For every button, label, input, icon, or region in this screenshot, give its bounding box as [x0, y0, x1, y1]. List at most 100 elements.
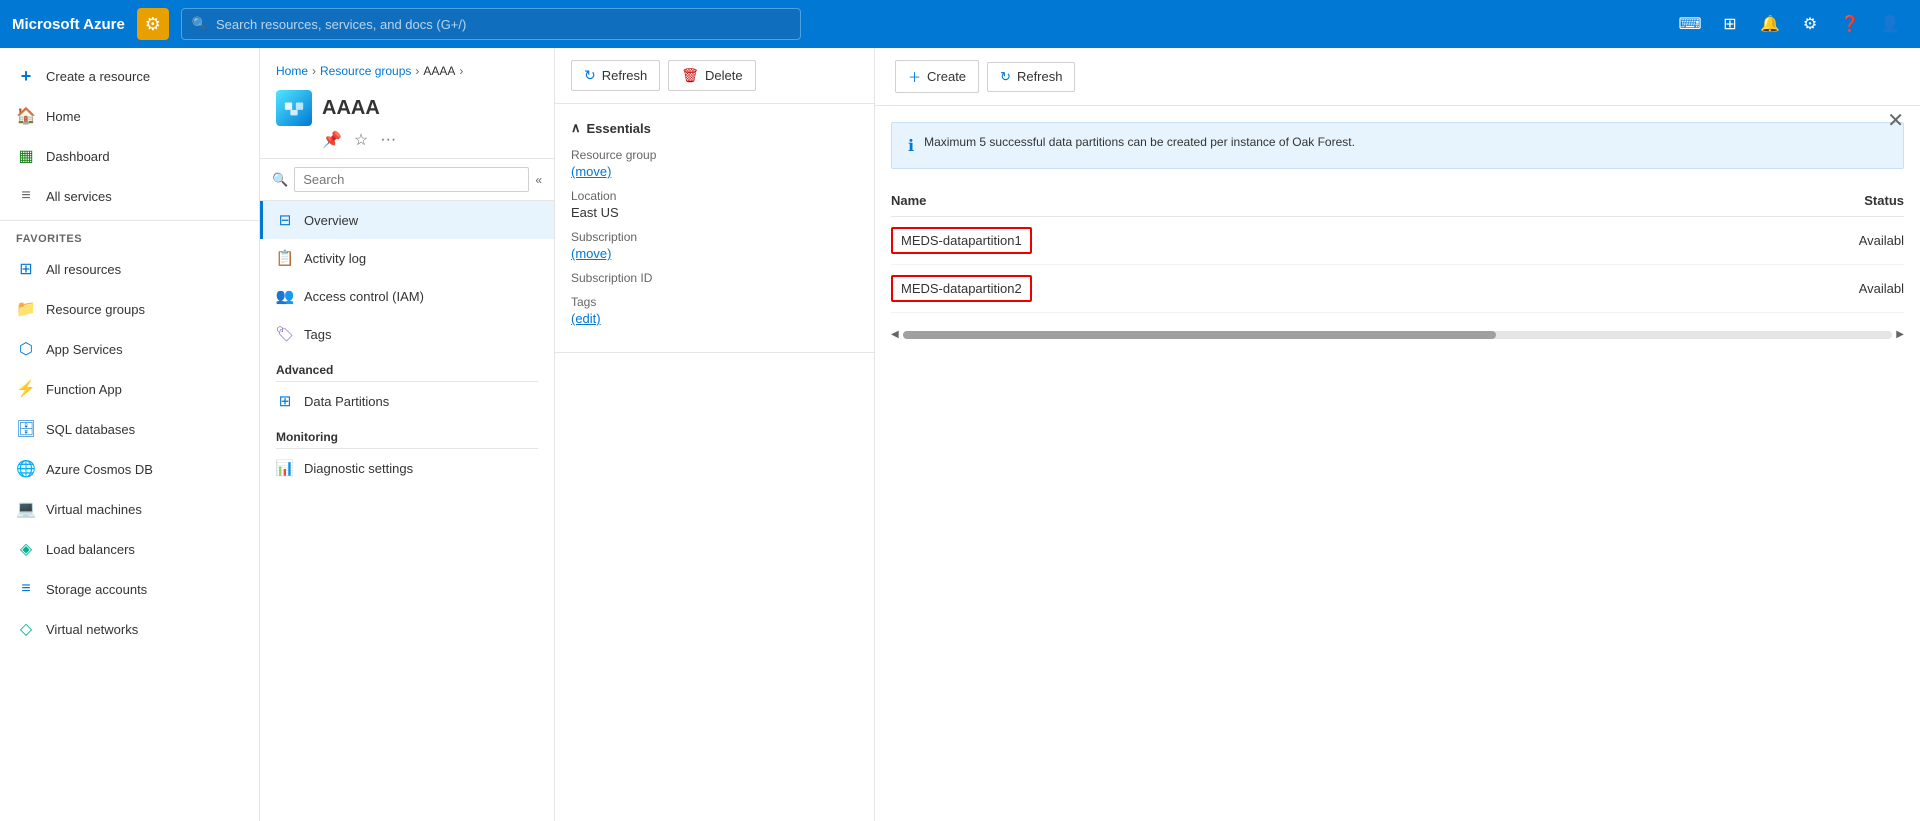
cosmos-label: Azure Cosmos DB: [46, 462, 153, 477]
nav-item-diagnostic-settings[interactable]: 📊 Diagnostic settings: [260, 449, 554, 487]
sql-label: SQL databases: [46, 422, 135, 437]
bell-icon[interactable]: 🔔: [1752, 6, 1788, 42]
row2-name-value: MEDS-datapartition2: [891, 275, 1032, 302]
more-icon[interactable]: ···: [380, 131, 396, 149]
rp-toolbar: ＋ Create ↻ Refresh: [875, 48, 1920, 106]
refresh-button[interactable]: ↻ Refresh: [571, 60, 660, 91]
user-icon[interactable]: 👤: [1872, 6, 1908, 42]
sidebar-item-storage-accounts[interactable]: ≡ Storage accounts: [0, 569, 259, 609]
delete-button[interactable]: 🗑 Delete: [668, 60, 755, 91]
create-button[interactable]: ＋ Create: [895, 60, 979, 93]
refresh-icon: ↻: [584, 67, 596, 84]
close-button[interactable]: ✕: [1887, 108, 1904, 133]
favorites-label: FAVORITES: [0, 225, 259, 249]
sidebar-divider-1: [0, 220, 259, 221]
nav-item-tags[interactable]: 🏷 Tags: [260, 315, 554, 353]
settings-icon[interactable]: ⚙: [1792, 6, 1828, 42]
essentials-tags: Tags (edit): [571, 295, 858, 326]
breadcrumb-sep-2: ›: [415, 64, 419, 78]
resource-group-panel: ✕ Home › Resource groups › AAAA ›: [260, 48, 1920, 821]
tags-value: (edit): [571, 311, 858, 326]
essentials-location: Location East US: [571, 189, 858, 220]
sidebar-item-dashboard[interactable]: ▦ Dashboard: [0, 136, 259, 176]
col-name-header: Name: [891, 193, 1784, 208]
table-row[interactable]: MEDS-datapartition2 Availabl: [891, 265, 1904, 313]
star-icon[interactable]: ☆: [354, 130, 368, 150]
app-services-label: App Services: [46, 342, 123, 357]
home-label: Home: [46, 109, 81, 124]
data-partitions-icon: ⊞: [276, 392, 294, 410]
all-services-label: All services: [46, 189, 112, 204]
lp-search-input[interactable]: [294, 167, 529, 192]
lp-collapse-icon[interactable]: «: [535, 173, 542, 187]
horizontal-scrollbar[interactable]: ◀ ▶: [875, 325, 1920, 344]
portal-icon[interactable]: ⊞: [1712, 6, 1748, 42]
breadcrumb-resource-groups[interactable]: Resource groups: [320, 64, 411, 78]
sidebar-item-cosmos-db[interactable]: 🌐 Azure Cosmos DB: [0, 449, 259, 489]
nav-item-data-partitions[interactable]: ⊞ Data Partitions: [260, 382, 554, 420]
sidebar-item-virtual-machines[interactable]: 💻 Virtual machines: [0, 489, 259, 529]
subscription-label: Subscription: [571, 230, 858, 244]
rg-move-link[interactable]: (move): [571, 164, 611, 179]
resource-title-group: AAAA: [276, 90, 538, 126]
global-search-input[interactable]: [216, 17, 790, 32]
nav-activity-log-label: Activity log: [304, 251, 366, 266]
tags-edit-link[interactable]: (edit): [571, 311, 601, 326]
all-resources-icon: ⊞: [16, 259, 36, 279]
breadcrumb-home[interactable]: Home: [276, 64, 308, 78]
main-layout: + Create a resource 🏠 Home ▦ Dashboard ≡…: [0, 48, 1920, 821]
sidebar-item-resource-groups[interactable]: 📁 Resource groups: [0, 289, 259, 329]
cosmos-icon: 🌐: [16, 459, 36, 479]
nav-item-access-control[interactable]: 👥 Access control (IAM): [260, 277, 554, 315]
global-search-bar[interactable]: 🔍: [181, 8, 801, 40]
row1-name-value: MEDS-datapartition1: [891, 227, 1032, 254]
monitoring-section-label: Monitoring: [260, 420, 554, 448]
pin-icon[interactable]: 📌: [322, 130, 342, 150]
search-icon: 🔍: [192, 16, 208, 32]
terminal-icon[interactable]: ⌨: [1672, 6, 1708, 42]
chevron-up-icon: ∧: [571, 120, 581, 136]
sidebar-item-load-balancers[interactable]: ◈ Load balancers: [0, 529, 259, 569]
all-services-icon: ≡: [16, 186, 36, 206]
help-icon[interactable]: ❓: [1832, 6, 1868, 42]
sidebar-item-home[interactable]: 🏠 Home: [0, 96, 259, 136]
activity-log-icon: 📋: [276, 249, 294, 267]
sidebar-item-all-resources[interactable]: ⊞ All resources: [0, 249, 259, 289]
sidebar-item-sql-databases[interactable]: 🗄 SQL databases: [0, 409, 259, 449]
essentials-title: ∧ Essentials: [571, 120, 858, 136]
row1-name-cell: MEDS-datapartition1: [891, 227, 1784, 254]
sidebar-item-function-app[interactable]: ⚡ Function App: [0, 369, 259, 409]
sidebar-item-create[interactable]: + Create a resource: [0, 56, 259, 96]
tags-label: Tags: [571, 295, 858, 309]
nav-item-overview[interactable]: ⊟ Overview: [260, 201, 554, 239]
mp-toolbar: ↻ Refresh 🗑 Delete: [555, 48, 874, 104]
scroll-left-arrow[interactable]: ◀: [891, 329, 899, 340]
vm-icon: 💻: [16, 499, 36, 519]
rg-value: (move): [571, 164, 858, 179]
brand-title: Microsoft Azure: [12, 16, 125, 33]
rp-refresh-button[interactable]: ↻ Refresh: [987, 62, 1075, 92]
table-row[interactable]: MEDS-datapartition1 Availabl: [891, 217, 1904, 265]
nav-tags-label: Tags: [304, 327, 331, 342]
sql-icon: 🗄: [16, 419, 36, 439]
breadcrumb-sep-1: ›: [312, 64, 316, 78]
azure-menu-icon[interactable]: ⚙: [137, 8, 169, 40]
sidebar-item-app-services[interactable]: ⬡ App Services: [0, 329, 259, 369]
vm-label: Virtual machines: [46, 502, 142, 517]
scroll-right-arrow[interactable]: ▶: [1896, 329, 1904, 340]
scrollbar-thumb: [903, 331, 1497, 339]
storage-label: Storage accounts: [46, 582, 147, 597]
topbar: Microsoft Azure ⚙ 🔍 ⌨ ⊞ 🔔 ⚙ ❓ 👤: [0, 0, 1920, 48]
row1-status: Availabl: [1784, 233, 1904, 248]
function-app-icon: ⚡: [16, 379, 36, 399]
location-label: Location: [571, 189, 858, 203]
diagnostic-icon: 📊: [276, 459, 294, 477]
nav-item-activity-log[interactable]: 📋 Activity log: [260, 239, 554, 277]
subscription-move-link[interactable]: (move): [571, 246, 611, 261]
essentials-subscription-id: Subscription ID: [571, 271, 858, 285]
essentials-section: ∧ Essentials Resource group (move) Locat…: [555, 104, 874, 353]
sidebar-item-all-services[interactable]: ≡ All services: [0, 176, 259, 216]
sidebar-item-virtual-networks[interactable]: ◇ Virtual networks: [0, 609, 259, 649]
search-icon: 🔍: [272, 172, 288, 188]
left-panel-header: Home › Resource groups › AAAA ›: [260, 48, 554, 159]
